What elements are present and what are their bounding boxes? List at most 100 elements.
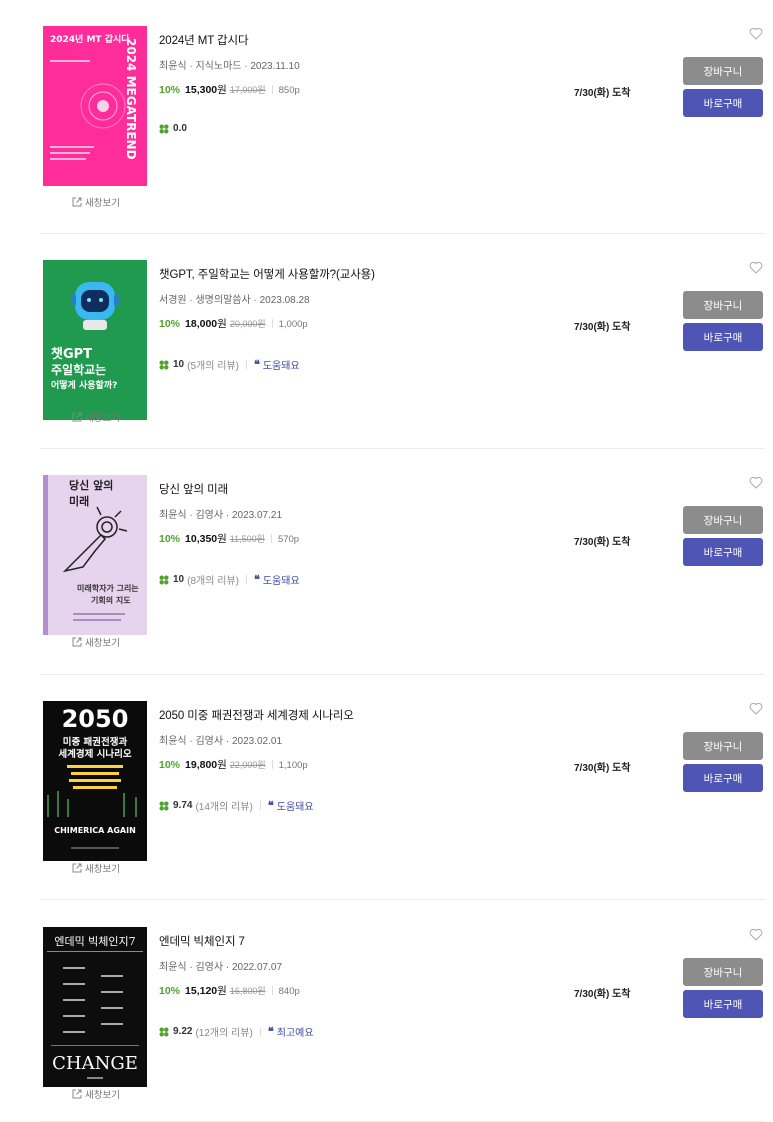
cover-title: 2024년 MT 갑시다 xyxy=(50,33,130,45)
book-title[interactable]: 챗GPT, 주일학교는 어떻게 사용할까?(교사용) xyxy=(159,266,559,282)
rating-row: 10 (8개의 리뷰) ❝ 도움돼요 xyxy=(159,572,300,587)
currency-unit: 원 xyxy=(217,84,227,96)
discount-rate: 10% xyxy=(159,985,181,997)
product-item: 당신 앞의 미래 미래학자가 그리는 기회의 지도 새창보기 당신 앞의 미래 … xyxy=(0,449,773,675)
buy-now-button[interactable]: 바로구매 xyxy=(683,538,763,566)
cover-footer: CHANGE xyxy=(52,1053,138,1074)
price-row: 10% 18,000 원 20,000원 1,000p xyxy=(159,316,559,331)
book-title[interactable]: 2050 미중 패권전쟁과 세계경제 시나리오 xyxy=(159,707,559,723)
rating-row: 9.22 (12개의 리뷰) ❝ 최고예요 xyxy=(159,1024,314,1039)
sale-price: 19,800 xyxy=(185,759,218,771)
cover-line3: 어떻게 사용할까? xyxy=(51,379,117,391)
book-title[interactable]: 당신 앞의 미래 xyxy=(159,481,559,497)
buy-now-button[interactable]: 바로구매 xyxy=(683,89,763,117)
heart-icon[interactable] xyxy=(749,476,763,489)
sale-price: 18,000 xyxy=(185,318,218,330)
delivery-date: 7/30(화) 도착 xyxy=(574,537,631,548)
cover-line2: 세계경제 시나리오 xyxy=(58,748,131,760)
review-keyword: 도움돼요 xyxy=(262,576,300,587)
price-row: 10% 15,300 원 17,000원 850p xyxy=(159,82,559,97)
page-count: 840p xyxy=(278,986,300,997)
buy-now-button[interactable]: 바로구매 xyxy=(683,323,763,351)
cover-line1: 당신 앞의 xyxy=(69,478,113,492)
currency-unit: 원 xyxy=(217,318,227,330)
discount-rate: 10% xyxy=(159,533,181,545)
new-window-link[interactable]: 새창보기 xyxy=(72,410,120,424)
new-window-label: 새창보기 xyxy=(85,1090,120,1101)
book-cover[interactable]: 당신 앞의 미래 미래학자가 그리는 기회의 지도 xyxy=(43,475,147,635)
rating-score: 9.22 xyxy=(173,1026,193,1037)
book-title[interactable]: 엔데믹 빅체인지 7 xyxy=(159,933,559,949)
product-item: 챗GPT 주일학교는 어떻게 사용할까? 새창보기 챗GPT, 주일학교는 어떻… xyxy=(0,234,773,459)
sale-price: 10,350 xyxy=(185,533,218,545)
price-row: 10% 15,120 원 16,800원 840p xyxy=(159,983,559,998)
delivery-date: 7/30(화) 도착 xyxy=(574,763,631,774)
heart-icon[interactable] xyxy=(749,261,763,274)
delivery-date: 7/30(화) 도착 xyxy=(574,322,631,333)
book-meta: 최윤식 · 지식노마드 · 2023.11.10 xyxy=(159,61,300,72)
cover-line2: 주일학교는 xyxy=(51,362,106,377)
new-window-link[interactable]: 새창보기 xyxy=(72,1087,120,1101)
cover-line1: 챗GPT xyxy=(51,347,92,362)
rating-score: 10 xyxy=(173,574,185,585)
quote-icon: ❝ xyxy=(267,799,274,812)
rating-row: 9.74 (14개의 리뷰) ❝ 도움돼요 xyxy=(159,798,314,813)
add-to-cart-button[interactable]: 장바구니 xyxy=(683,958,763,986)
review-count[interactable]: (8개의 리뷰) xyxy=(187,572,239,587)
rating-score: 10 xyxy=(173,359,185,370)
buy-now-button[interactable]: 바로구매 xyxy=(683,990,763,1018)
discount-rate: 10% xyxy=(159,318,181,330)
original-price: 16,800원 xyxy=(229,986,266,996)
new-window-link[interactable]: 새창보기 xyxy=(72,195,120,209)
new-window-label: 새창보기 xyxy=(85,413,120,424)
clover-icon xyxy=(159,124,169,133)
cover-year: 2050 xyxy=(62,705,129,733)
page-count: 1,100p xyxy=(278,760,308,771)
book-title[interactable]: 2024년 MT 갑시다 xyxy=(159,32,559,48)
new-window-label: 새창보기 xyxy=(85,864,120,875)
buy-now-button[interactable]: 바로구매 xyxy=(683,764,763,792)
book-cover[interactable]: 2050 미중 패권전쟁과 세계경제 시나리오 CHIMERICA AGAIN xyxy=(43,701,147,861)
cover-line1: 엔데믹 빅체인지7 xyxy=(54,935,135,948)
add-to-cart-button[interactable]: 장바구니 xyxy=(683,732,763,760)
price-row: 10% 10,350 원 11,500원 570p xyxy=(159,531,559,546)
external-link-icon xyxy=(72,1089,82,1099)
product-item: 엔데믹 빅체인지7 CHANGE 새창보기 엔데믹 빅체인지 7 최윤식 · 김… xyxy=(0,901,773,1122)
clover-icon xyxy=(159,1027,169,1036)
cover-spine: 2024 MEGATREND xyxy=(124,38,138,160)
original-price: 22,000원 xyxy=(229,760,266,770)
sale-price: 15,300 xyxy=(185,84,218,96)
currency-unit: 원 xyxy=(217,985,227,997)
currency-unit: 원 xyxy=(217,759,227,771)
review-count[interactable]: (5개의 리뷰) xyxy=(187,357,239,372)
rating-row: 0.0 xyxy=(159,123,187,134)
review-count[interactable]: (12개의 리뷰) xyxy=(195,1024,252,1039)
page-count: 570p xyxy=(277,534,300,545)
cover-line1: 미중 패권전쟁과 xyxy=(63,736,128,748)
product-list: 2024년 MT 갑시다 2024 MEGATREND 새창보기 2024년 M… xyxy=(0,0,773,1122)
add-to-cart-button[interactable]: 장바구니 xyxy=(683,291,763,319)
new-window-link[interactable]: 새창보기 xyxy=(72,861,120,875)
heart-icon[interactable] xyxy=(749,928,763,941)
discount-rate: 10% xyxy=(159,84,181,96)
delivery-date: 7/30(화) 도착 xyxy=(574,88,631,99)
review-count[interactable]: (14개의 리뷰) xyxy=(195,798,252,813)
product-item: 2024년 MT 갑시다 2024 MEGATREND 새창보기 2024년 M… xyxy=(0,0,773,234)
cover-line2: 미래 xyxy=(69,494,89,508)
product-item: 2050 미중 패권전쟁과 세계경제 시나리오 CHIMERICA AGAIN … xyxy=(0,675,773,900)
external-link-icon xyxy=(72,863,82,873)
rating-score: 0.0 xyxy=(173,123,187,134)
quote-icon: ❝ xyxy=(267,1025,274,1038)
book-cover[interactable]: 2024년 MT 갑시다 2024 MEGATREND xyxy=(43,26,147,186)
book-meta: 최윤식 · 김영사 · 2022.07.07 xyxy=(159,962,283,973)
heart-icon[interactable] xyxy=(749,27,763,40)
add-to-cart-button[interactable]: 장바구니 xyxy=(683,57,763,85)
cover-footer: CHIMERICA AGAIN xyxy=(54,826,136,835)
book-cover[interactable]: 엔데믹 빅체인지7 CHANGE xyxy=(43,927,147,1087)
book-cover[interactable]: 챗GPT 주일학교는 어떻게 사용할까? xyxy=(43,260,147,420)
add-to-cart-button[interactable]: 장바구니 xyxy=(683,506,763,534)
heart-icon[interactable] xyxy=(749,702,763,715)
delivery-date: 7/30(화) 도착 xyxy=(574,989,631,1000)
book-meta: 최윤식 · 김영사 · 2023.07.21 xyxy=(159,510,283,521)
new-window-link[interactable]: 새창보기 xyxy=(72,635,120,649)
